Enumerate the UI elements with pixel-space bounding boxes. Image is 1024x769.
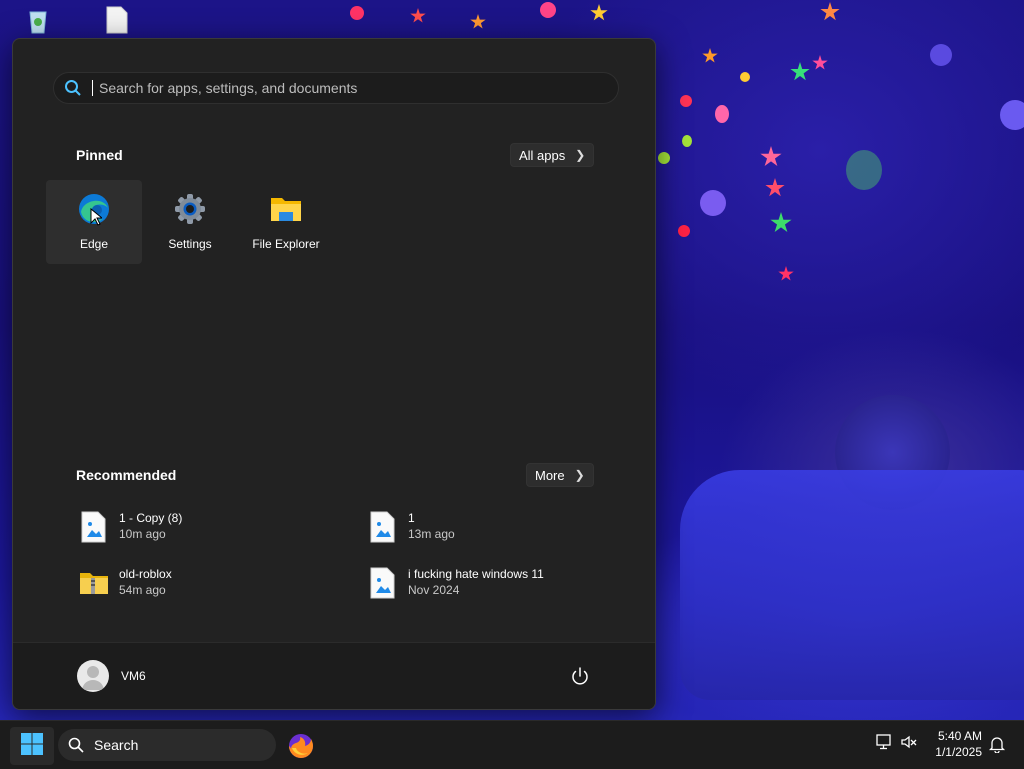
wallpaper-dot [682,135,692,147]
pinned-title: Pinned [76,147,123,163]
recommended-item-time: 54m ago [119,583,166,597]
recommended-item-time: 13m ago [408,527,455,541]
pinned-app-file-explorer[interactable]: File Explorer [238,180,334,264]
wallpaper-dot [700,190,726,216]
chevron-right-icon: ❯ [575,148,586,162]
wallpaper-star [702,48,718,63]
text-caret [92,80,93,96]
folder-icon [269,192,303,231]
recommended-item[interactable]: 1 - Copy (8) 10m ago [79,511,182,543]
wallpaper-dot [658,152,670,164]
image-file-icon [368,567,396,599]
wallpaper-dot [540,2,556,18]
mouse-cursor-icon [90,208,102,226]
wallpaper-star [812,55,828,70]
pinned-app-label: File Explorer [252,237,320,251]
recommended-item-time: 10m ago [119,527,166,541]
start-button[interactable] [10,727,54,765]
settings-gear-icon [173,192,207,231]
image-file-icon [368,511,396,543]
wallpaper-dot [740,72,750,82]
recommended-title: Recommended [76,467,177,483]
windows-logo-icon [20,732,44,761]
recommended-item-name: 1 [408,511,415,525]
wallpaper-star [765,178,785,197]
start-search-box[interactable] [53,72,619,104]
wallpaper-dot [680,95,692,107]
network-icon[interactable] [875,733,893,756]
recommended-item-name: i fucking hate windows 11 [408,567,544,581]
search-icon [64,79,86,97]
notification-bell-icon[interactable] [988,735,1006,758]
user-account-button[interactable]: VM6 [77,660,146,692]
start-search-input[interactable] [99,75,618,101]
all-apps-label: All apps [519,147,566,163]
firefox-icon[interactable] [286,731,316,761]
wallpaper-star [590,4,608,21]
recommended-item-name: old-roblox [119,567,172,581]
wallpaper-star [410,8,426,23]
wallpaper-star [778,266,794,281]
pinned-app-settings[interactable]: Settings [142,180,238,264]
wallpaper-dot [1000,100,1024,130]
wallpaper-star [820,2,840,21]
avatar-icon [77,660,109,692]
desktop-file-icon[interactable] [106,6,128,34]
start-menu: Pinned All apps ❯ Edge [12,38,656,710]
more-button[interactable]: More ❯ [526,463,594,487]
taskbar-search[interactable]: Search [58,729,276,761]
wallpaper-dot [846,150,882,190]
volume-muted-icon[interactable] [900,733,918,756]
more-label: More [535,467,565,483]
wallpaper-star [770,212,792,233]
recommended-item-time: Nov 2024 [408,583,460,597]
user-name: VM6 [121,669,146,683]
taskbar: Search 5:40 AM 1/1/2025 [0,720,1024,769]
image-file-icon [79,511,107,543]
recycle-bin-icon[interactable] [26,8,50,34]
pinned-app-label: Edge [79,237,109,251]
wallpaper-star [790,62,810,81]
clock-time: 5:40 AM [937,729,982,743]
zip-folder-icon [79,567,108,599]
power-icon[interactable] [568,665,592,689]
taskbar-search-label: Search [94,737,139,753]
taskbar-clock[interactable]: 5:40 AM 1/1/2025 [920,728,982,760]
recommended-item[interactable]: old-roblox 54m ago [79,567,172,599]
all-apps-button[interactable]: All apps ❯ [510,143,595,167]
wallpaper-dot [350,6,364,20]
wallpaper-sofa [680,470,1024,700]
search-icon [68,737,84,753]
recommended-item[interactable]: 1 13m ago [368,511,455,543]
pinned-app-label: Settings [168,237,212,251]
chevron-right-icon: ❯ [574,468,585,482]
wallpaper-star [760,146,782,167]
wallpaper-dot [930,44,952,66]
wallpaper-star [470,14,486,29]
clock-date: 1/1/2025 [935,745,982,759]
wallpaper-dot [678,225,690,237]
recommended-item-name: 1 - Copy (8) [119,511,183,525]
wallpaper-dot [715,105,729,123]
start-menu-footer: VM6 [13,642,655,709]
recommended-item[interactable]: i fucking hate windows 11 Nov 2024 [368,567,544,599]
